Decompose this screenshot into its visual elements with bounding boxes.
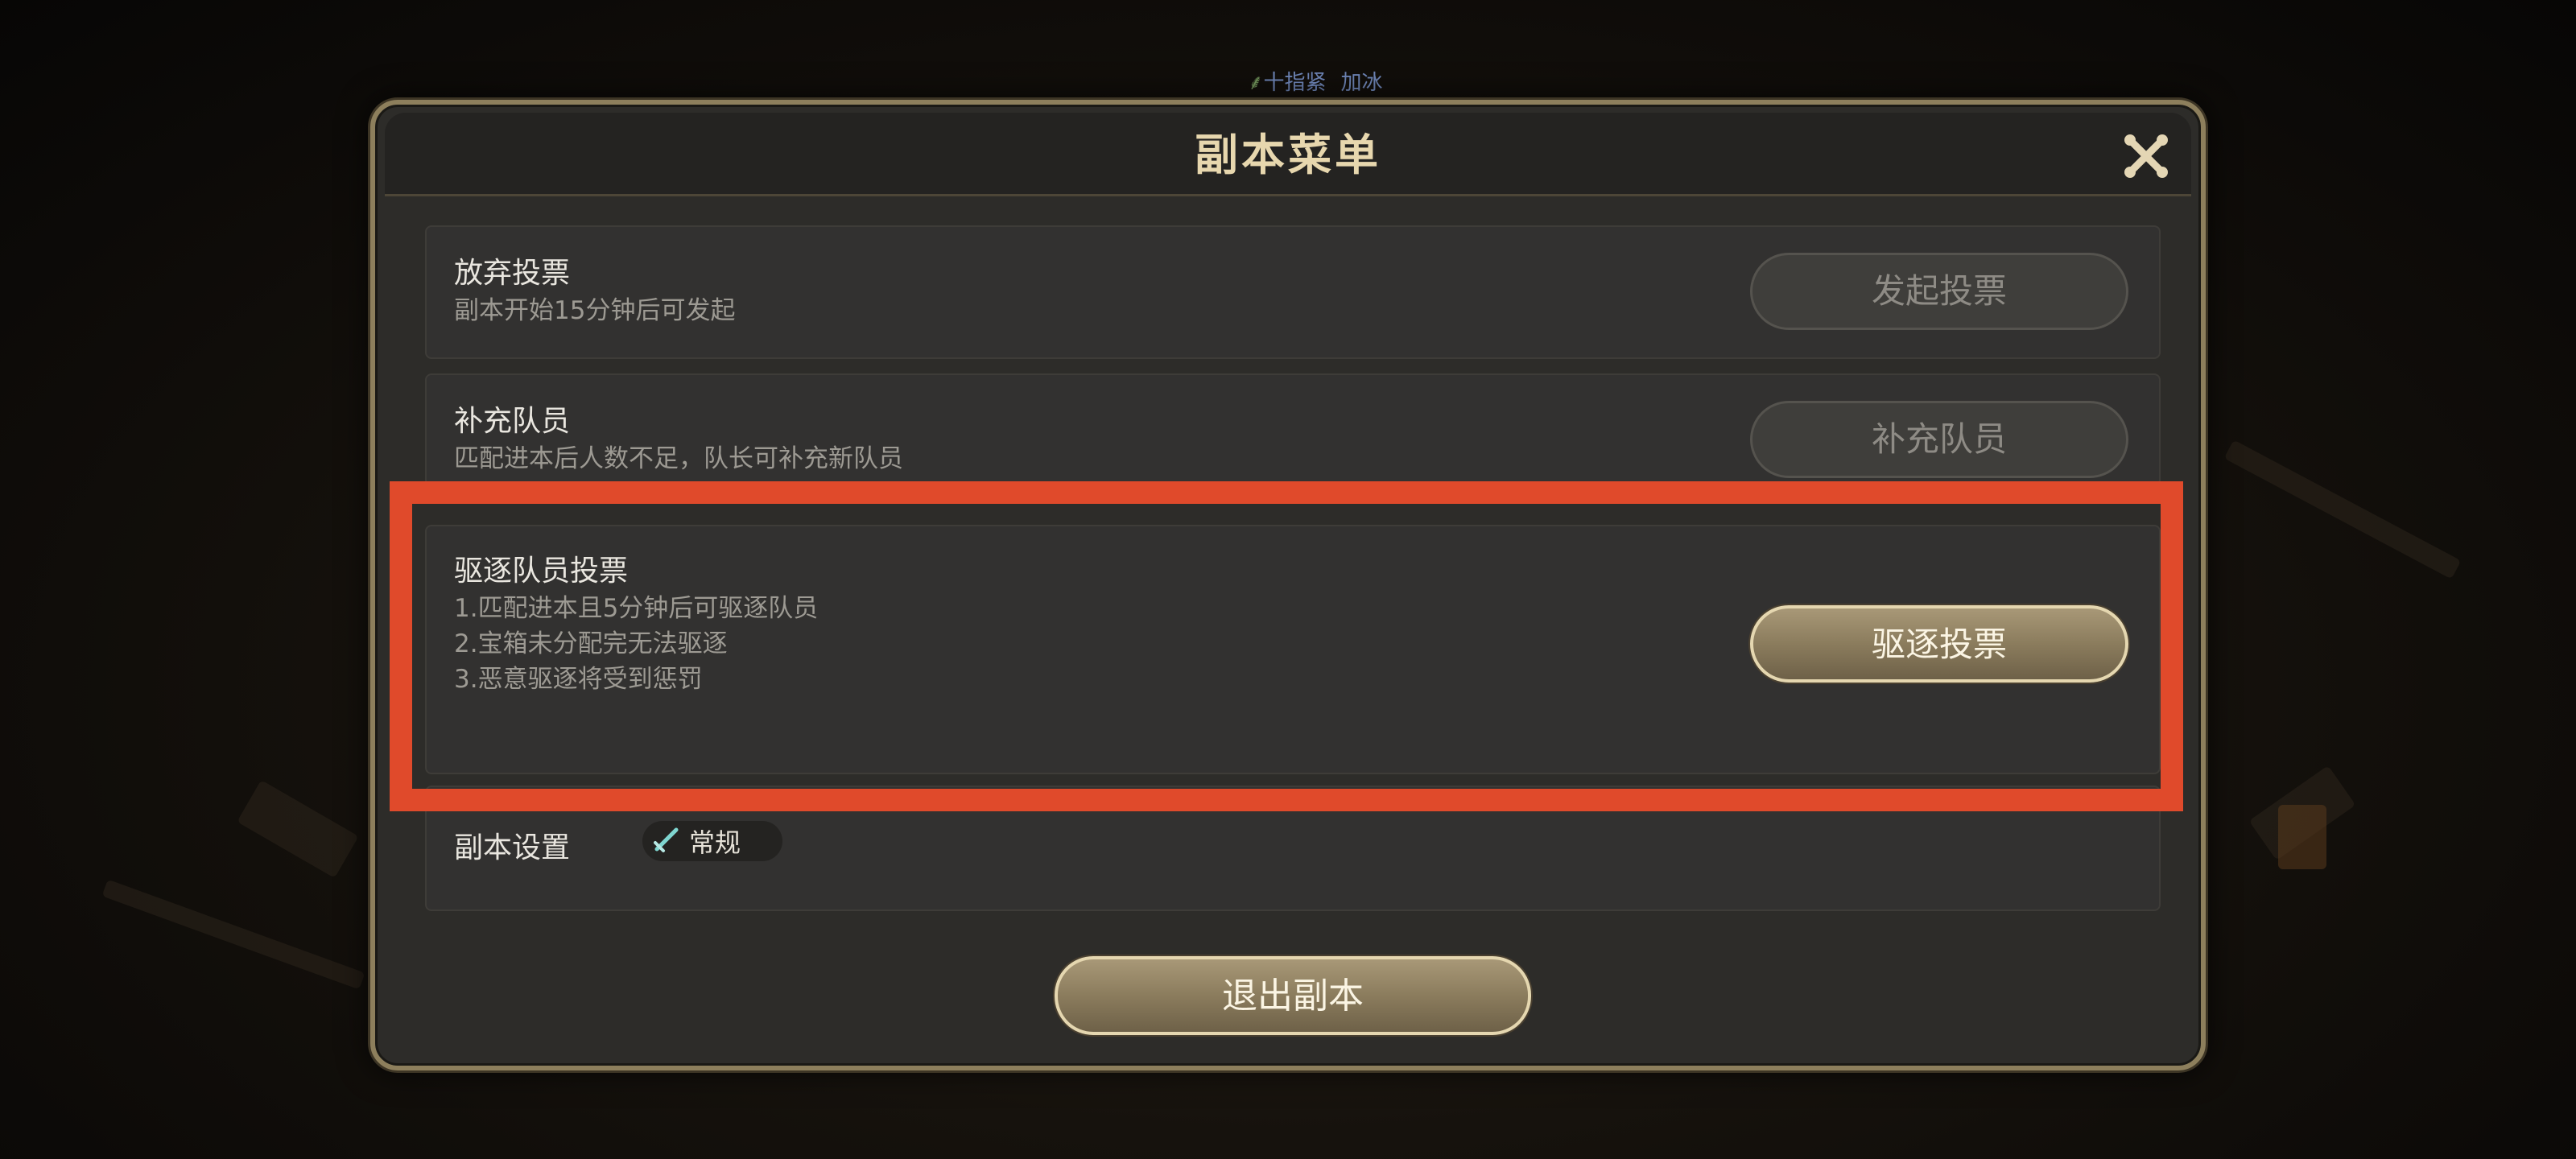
scene-beam (101, 879, 365, 990)
exit-instance-button[interactable]: 退出副本 (1055, 956, 1531, 1035)
replenish-button[interactable]: 补充队员 (1750, 401, 2128, 478)
replenish-row: 补充队员 匹配进本后人数不足，队长可补充新队员 补充队员 (425, 373, 2161, 486)
settings-label: 副本设置 (454, 831, 571, 864)
settings-row: 副本设置 常规 (425, 786, 2161, 911)
abandon-vote-row: 放弃投票 副本开始15分钟后可发起 发起投票 (425, 225, 2161, 359)
dialog-title: 副本菜单 (1195, 129, 1381, 180)
dialog-header: 副本菜单 (385, 113, 2191, 196)
player-names: ⸙十指紧 加冰 (1248, 66, 1457, 96)
replenish-desc: 匹配进本后人数不足，队长可补充新队员 (454, 444, 903, 473)
replenish-title: 补充队员 (454, 405, 571, 438)
abandon-vote-desc: 副本开始15分钟后可发起 (454, 296, 736, 325)
scene-crate (237, 780, 359, 878)
game-scene: ⸙十指紧 加冰 副本菜单 放弃投票 副本开始15分钟后可发起 发起投票 补充队员… (0, 0, 2576, 1159)
kick-vote-button[interactable]: 驱逐投票 (1750, 605, 2128, 683)
scene-beam (2223, 439, 2462, 580)
abandon-vote-title: 放弃投票 (454, 257, 571, 290)
player-name-1: ⸙十指紧 (1248, 71, 1327, 95)
close-icon[interactable] (2120, 130, 2172, 182)
start-vote-button[interactable]: 发起投票 (1750, 253, 2128, 330)
kick-vote-row: 驱逐队员投票 1.匹配进本且5分钟后可驱逐队员 2.宝箱未分配完无法驱逐 3.恶… (425, 525, 2161, 774)
settings-mode-value: 常规 (689, 827, 741, 858)
settings-mode-tag[interactable]: 常规 (642, 821, 782, 861)
kick-vote-rule-1: 1.匹配进本且5分钟后可驱逐队员 (454, 594, 819, 623)
kick-vote-rule-2: 2.宝箱未分配完无法驱逐 (454, 629, 728, 658)
kick-vote-rule-3: 3.恶意驱逐将受到惩罚 (454, 665, 703, 694)
player-name-2: 加冰 (1340, 71, 1383, 95)
scene-lantern (2278, 805, 2326, 869)
instance-menu-dialog: 副本菜单 放弃投票 副本开始15分钟后可发起 发起投票 补充队员 匹配进本后人数 (370, 100, 2206, 1070)
sword-icon (652, 825, 681, 857)
kick-vote-title: 驱逐队员投票 (454, 555, 629, 588)
